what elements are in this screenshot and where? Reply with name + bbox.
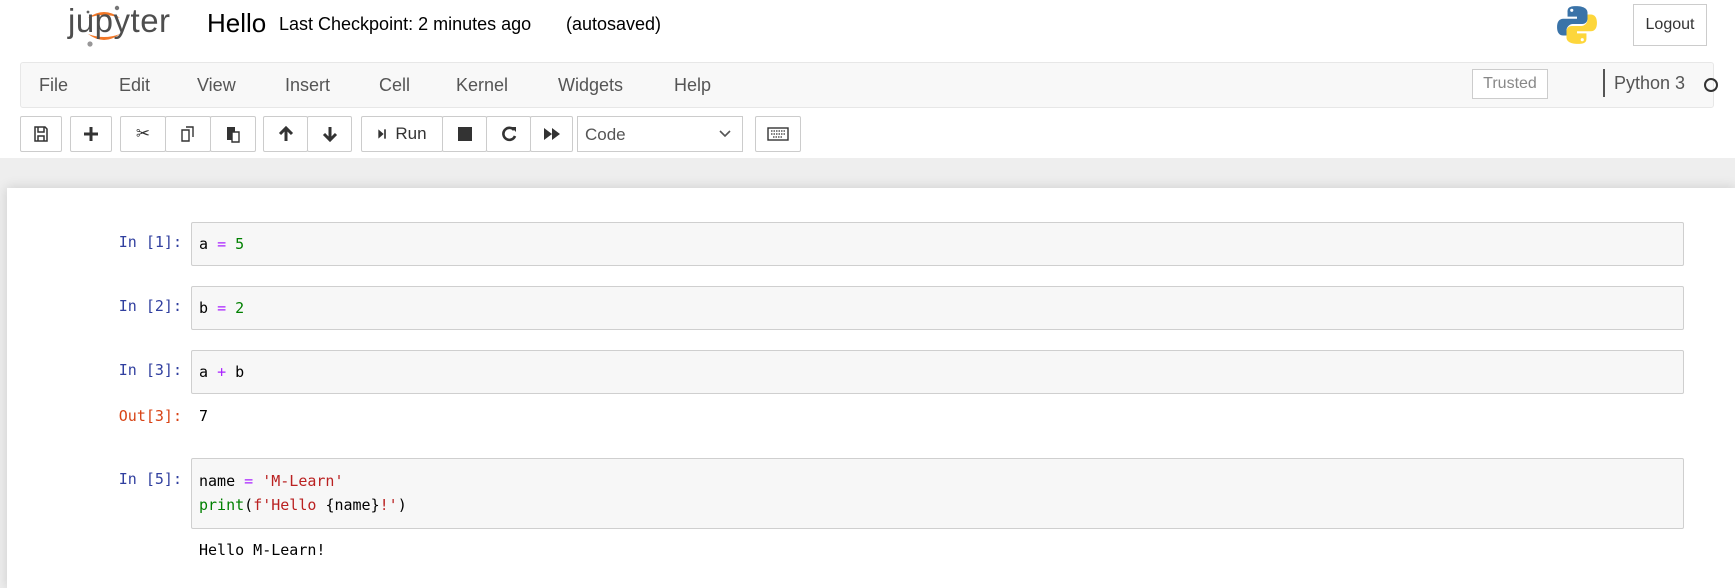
arrow-down-icon [322,127,337,143]
menu-edit[interactable]: Edit [119,75,150,96]
code-token: print [199,496,245,514]
code-token: = [217,235,227,253]
code-token: a [199,363,218,381]
code-token: = [244,472,254,490]
code-token: b [199,299,218,317]
kernel-name[interactable]: Python 3 [1614,73,1685,94]
menu-cell[interactable]: Cell [379,75,410,96]
restart-run-all-button[interactable] [530,116,573,152]
logo-text: jupyter [68,2,171,39]
fast-forward-icon [543,128,560,140]
insert-cell-button[interactable] [70,116,112,152]
step-forward-icon [378,129,387,139]
menu-file[interactable]: File [39,75,68,96]
run-button[interactable]: Run [361,116,443,152]
input-prompt: In [3]: [118,361,182,379]
scissors-icon: ✂ [135,124,151,143]
interrupt-button[interactable] [442,116,487,152]
autosave-status: (autosaved) [566,14,662,34]
cell-type-select[interactable]: Code [577,116,743,152]
code-cell-input[interactable]: b = 2 [191,286,1684,330]
command-palette-button[interactable] [755,116,801,152]
code-token: !' [379,496,398,514]
cell-output: Hello M-Learn! [199,541,326,559]
input-prompt: In [2]: [118,297,182,315]
divider [1603,69,1605,97]
cut-button[interactable]: ✂ [120,116,166,152]
stop-icon [457,127,472,141]
checkpoint-status: Last Checkpoint: 2 minutes ago [279,14,532,34]
keyboard-icon [767,127,789,141]
code-cell-input[interactable]: name = 'M-Learn' print(f'Hello {name}!') [191,458,1684,529]
restart-icon [501,126,516,142]
input-prompt: In [5]: [118,470,182,488]
code-token: ( [244,496,254,514]
cell-type-value: Code [585,125,626,144]
python-logo-icon [1557,6,1597,44]
menubar: File Edit View Insert Cell Kernel Widget… [20,62,1718,108]
logout-button[interactable]: Logout [1633,4,1707,46]
kernel-idle-icon [1704,78,1718,92]
input-prompt: In [1]: [118,233,182,251]
code-token: 'M-Learn' [262,472,344,490]
copy-button[interactable] [165,116,211,152]
save-icon [34,126,48,142]
notebook-name[interactable]: Hello [207,8,266,39]
code-token: name [199,472,245,490]
code-cell-input[interactable]: a = 5 [191,222,1684,266]
code-cell-input[interactable]: a + b [191,350,1684,394]
restart-button[interactable] [486,116,531,152]
menu-view[interactable]: View [197,75,236,96]
code-token: 2 [235,299,245,317]
arrow-up-icon [278,125,293,141]
output-prompt: Out[3]: [118,407,182,425]
save-button[interactable] [20,116,62,152]
menu-widgets[interactable]: Widgets [558,75,623,96]
code-token: + [217,363,227,381]
paste-icon [227,127,240,143]
header: jupyter Hello Last Checkpoint: 2 minutes… [0,0,1735,158]
code-token: a [199,235,218,253]
menu-help[interactable]: Help [674,75,711,96]
cell-output: 7 [199,407,209,425]
run-label: Run [395,124,427,143]
paste-button[interactable] [210,116,256,152]
move-down-button[interactable] [307,116,352,152]
menu-kernel[interactable]: Kernel [456,75,508,96]
menu-insert[interactable]: Insert [285,75,330,96]
code-token: = [217,299,227,317]
code-token: ) [397,496,407,514]
trusted-indicator[interactable]: Trusted [1472,69,1548,99]
code-token: b [226,363,245,381]
code-token: f'Hello [253,496,326,514]
chevron-down-icon [719,130,731,138]
code-token: {name} [325,496,380,514]
code-token: 5 [235,235,245,253]
plus-icon [84,127,98,141]
copy-icon [181,126,194,142]
move-up-button[interactable] [263,116,308,152]
